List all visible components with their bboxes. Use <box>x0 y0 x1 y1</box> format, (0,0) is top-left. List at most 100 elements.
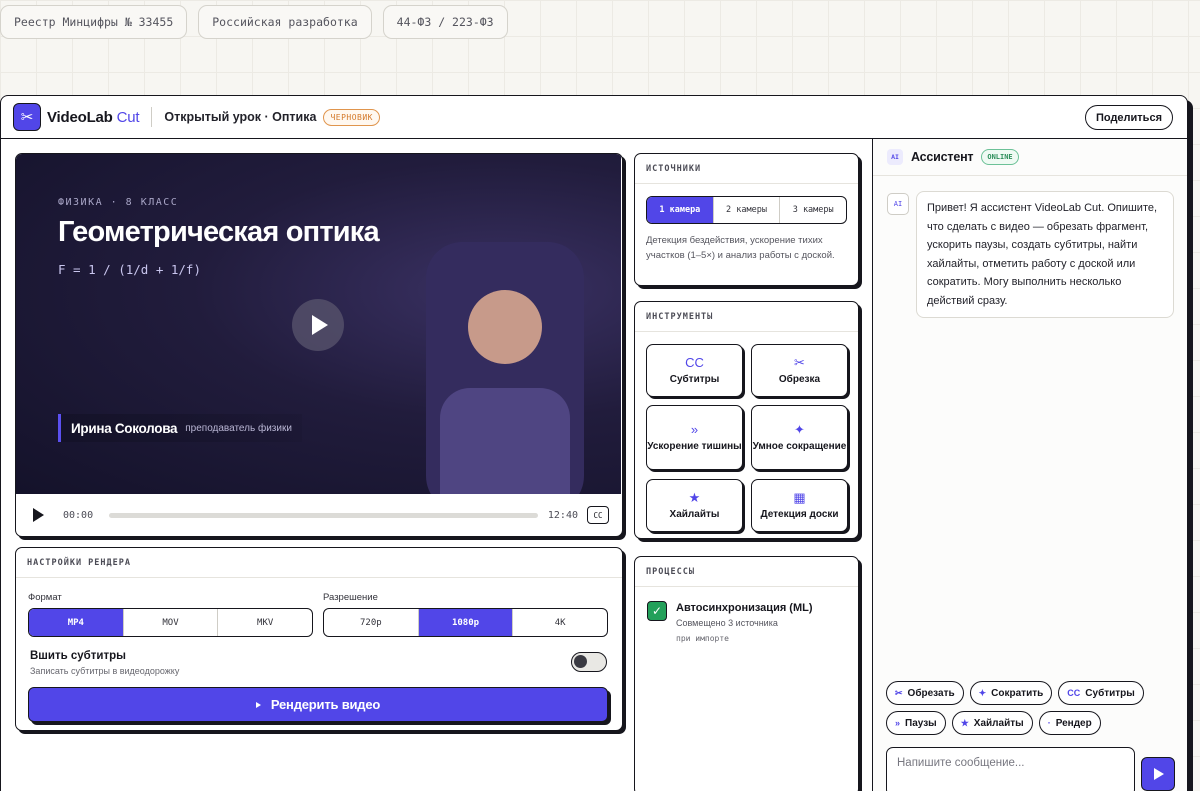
checkmark-icon: ✓ <box>647 601 667 621</box>
assistant-avatar: AI <box>887 193 909 215</box>
resolution-selector: 720p 1080p 4K <box>323 608 608 637</box>
burn-subtitles-toggle[interactable] <box>571 652 607 672</box>
brand-accent: Cut <box>116 108 140 126</box>
time-current: 00:00 <box>63 509 94 521</box>
brand-main: VideoLab <box>47 108 113 126</box>
chip-label: Рендер <box>1055 717 1092 729</box>
player-controls: 00:00 12:40 CC <box>16 494 621 536</box>
resolution-option-1080p[interactable]: 1080p <box>418 609 514 636</box>
dot-icon: · <box>1047 718 1051 728</box>
tool-label: Субтитры <box>669 373 720 385</box>
camera-option-2[interactable]: 2 камеры <box>714 197 781 223</box>
lesson-formula: F = 1 / (1/d + 1/f) <box>58 262 201 277</box>
format-label: Формат <box>28 592 62 603</box>
fast-forward-icon: » <box>895 718 901 728</box>
tool-trim[interactable]: ✂ Обрезка <box>751 344 848 397</box>
captions-toggle-button[interactable]: CC <box>587 506 609 524</box>
tool-smart-cut[interactable]: ✦ Умное сокращение <box>751 405 848 470</box>
brand-name: VideoLab Cut <box>47 108 140 126</box>
presenter-role: преподаватель физики <box>185 422 292 434</box>
sources-panel: ИСТОЧНИКИ 1 камера 2 камеры 3 камеры Дет… <box>634 153 859 286</box>
quick-action-subtitles[interactable]: CC Субтитры <box>1058 681 1144 705</box>
play-overlay-icon[interactable] <box>292 299 344 351</box>
tool-label: Хайлайты <box>669 508 720 520</box>
scissors-icon: ✂ <box>895 687 903 698</box>
cc-icon: CC <box>1067 688 1081 698</box>
tool-board-detection[interactable]: ▦ Детекция доски <box>751 479 848 532</box>
camera-option-1[interactable]: 1 камера <box>647 197 714 223</box>
app-window: ✂ VideoLab Cut Открытый урок · Оптика ЧЕ… <box>0 95 1188 791</box>
time-total: 12:40 <box>547 509 578 521</box>
burn-subtitles-title: Вшить субтитры <box>30 650 126 662</box>
quick-action-highlights[interactable]: ★ Хайлайты <box>951 711 1033 735</box>
sparkle-icon: ✦ <box>978 687 987 698</box>
status-badge: ЧЕРНОВИК <box>323 108 380 126</box>
sources-description: Детекция бездействия, ускорение тихих уч… <box>646 235 835 261</box>
compliance-badges: Реестр Минцифры № 33455 Российская разра… <box>0 5 508 39</box>
origin-badge: Российская разработка <box>198 5 372 39</box>
presenter-head <box>468 290 542 364</box>
format-selector: MP4 MOV MKV <box>28 608 313 637</box>
tools-panel: ИНСТРУМЕНТЫ CC Субтитры ✂ Обрезка » Уско… <box>634 301 859 539</box>
quick-action-trim[interactable]: ✂ Обрезать <box>886 681 964 705</box>
message-input[interactable] <box>886 747 1135 791</box>
video-preview[interactable]: ФИЗИКА · 8 КЛАСС Геометрическая оптика F… <box>16 154 621 494</box>
processes-heading: ПРОЦЕССЫ <box>635 557 858 587</box>
share-button[interactable]: Поделиться <box>1084 105 1173 130</box>
resolution-label: Разрешение <box>323 592 378 603</box>
camera-count-selector: 1 камера 2 камеры 3 камеры <box>646 196 847 224</box>
app-header: ✂ VideoLab Cut Открытый урок · Оптика ЧЕ… <box>1 96 1187 139</box>
online-status-badge: ONLINE <box>981 149 1019 165</box>
tool-silence-speedup[interactable]: » Ускорение тишины <box>646 405 743 470</box>
render-button-label: Рендерить видео <box>270 697 381 712</box>
presenter-body <box>440 388 570 494</box>
tool-label: Ускорение тишины <box>647 440 742 452</box>
ai-icon: AI <box>887 149 903 165</box>
star-icon: ★ <box>688 489 701 505</box>
render-settings-heading: НАСТРОЙКИ РЕНДЕРА <box>16 548 622 578</box>
grid-icon: ▦ <box>793 489 806 505</box>
sparkle-icon: ✦ <box>794 421 805 437</box>
burn-subtitles-description: Записать субтитры в видеодорожку <box>30 666 180 676</box>
timeline-scrubber[interactable] <box>109 512 538 518</box>
chip-label: Сократить <box>991 687 1044 699</box>
format-option-mkv[interactable]: MKV <box>218 609 312 636</box>
process-title: Автосинхронизация (ML) <box>676 602 813 614</box>
chip-label: Субтитры <box>1085 687 1135 699</box>
star-icon: ★ <box>960 717 969 728</box>
subject-tag: ФИЗИКА · 8 КЛАСС <box>58 197 179 208</box>
tool-label: Детекция доски <box>760 508 839 520</box>
project-title: Открытый урок · Оптика <box>164 110 317 124</box>
send-button[interactable] <box>1141 757 1175 791</box>
registry-badge: Реестр Минцифры № 33455 <box>0 5 188 39</box>
quick-action-shorten[interactable]: ✦ Сократить <box>969 681 1053 705</box>
quick-actions: ✂ Обрезать ✦ Сократить CC Субтитры » Пау… <box>886 681 1186 735</box>
format-option-mov[interactable]: MOV <box>124 609 219 636</box>
presenter-name: Ирина Соколова <box>71 420 178 436</box>
fast-forward-icon: » <box>690 421 699 437</box>
tool-label: Умное сокращение <box>752 440 847 452</box>
resolution-option-720p[interactable]: 720p <box>324 609 419 636</box>
scissors-logo-icon: ✂ <box>13 103 41 131</box>
camera-option-3[interactable]: 3 камеры <box>780 197 846 223</box>
scissors-icon: ✂ <box>794 354 805 370</box>
quick-action-render[interactable]: · Рендер <box>1038 711 1101 735</box>
tools-heading: ИНСТРУМЕНТЫ <box>635 302 858 332</box>
resolution-option-4k[interactable]: 4K <box>513 609 607 636</box>
play-button[interactable] <box>28 505 48 525</box>
chip-label: Паузы <box>905 717 937 729</box>
tool-highlights[interactable]: ★ Хайлайты <box>646 479 743 532</box>
format-option-mp4[interactable]: MP4 <box>29 609 124 636</box>
tool-subtitles[interactable]: CC Субтитры <box>646 344 743 397</box>
assistant-title: Ассистент <box>911 150 974 164</box>
assistant-header: AI Ассистент ONLINE <box>873 139 1187 176</box>
assistant-message: Привет! Я ассистент VideoLab Cut. Опишит… <box>916 191 1174 318</box>
render-video-button[interactable]: Рендерить видео <box>28 687 608 722</box>
quick-action-pauses[interactable]: » Паузы <box>886 711 946 735</box>
lesson-title: Геометрическая оптика <box>58 216 380 248</box>
cc-icon: CC <box>685 354 704 370</box>
render-settings-panel: НАСТРОЙКИ РЕНДЕРА Формат MP4 MOV MKV Раз… <box>15 547 623 731</box>
process-time: при импорте <box>676 634 729 643</box>
assistant-panel: AI Ассистент ONLINE AI Привет! Я ассисте… <box>872 139 1187 791</box>
play-triangle-icon <box>255 701 261 708</box>
